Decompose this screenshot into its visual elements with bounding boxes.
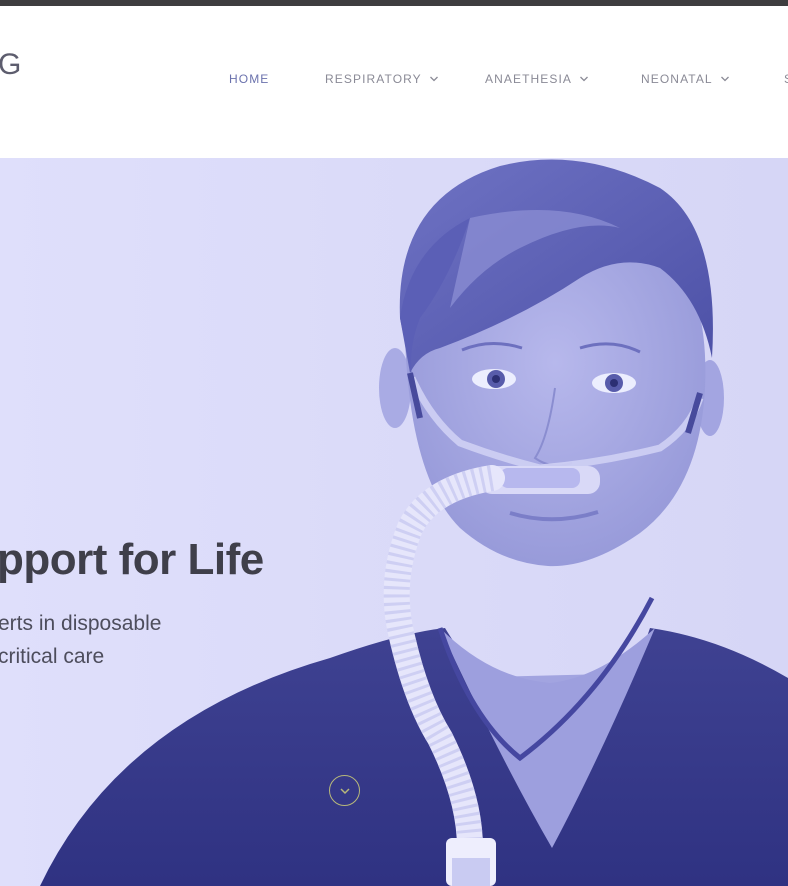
site-header: G HOME RESPIRATORY ANAETHESIA NEONATAL S (0, 6, 788, 158)
nav-item-label: HOME (229, 72, 270, 86)
chevron-down-icon (720, 76, 729, 82)
chevron-down-icon (429, 76, 438, 82)
nav-item-partial[interactable]: S (784, 72, 788, 86)
nav-item-label: ANAETHESIA (485, 72, 573, 86)
chevron-down-circle-icon (339, 787, 350, 794)
nav-item-label: NEONATAL (641, 72, 713, 86)
nav-item-anaethesia[interactable]: ANAETHESIA (485, 72, 589, 86)
hero-subline-2: critical care (0, 645, 105, 668)
nav-item-home[interactable]: HOME (229, 72, 269, 86)
nav-item-neonatal[interactable]: NEONATAL (641, 72, 730, 86)
hero-photo (0, 158, 788, 886)
nav-item-label: RESPIRATORY (325, 72, 422, 86)
nav-item-label: S (784, 72, 788, 86)
site-logo[interactable]: G (0, 50, 22, 80)
nav-item-respiratory[interactable]: RESPIRATORY (325, 72, 439, 86)
chevron-down-icon (580, 76, 588, 82)
hero-headline: pport for Life (0, 535, 264, 584)
hero-subline-1: erts in disposable (0, 612, 162, 635)
hero-banner: pport for Life erts in disposable critic… (0, 158, 788, 886)
scroll-down-button[interactable] (329, 775, 360, 806)
